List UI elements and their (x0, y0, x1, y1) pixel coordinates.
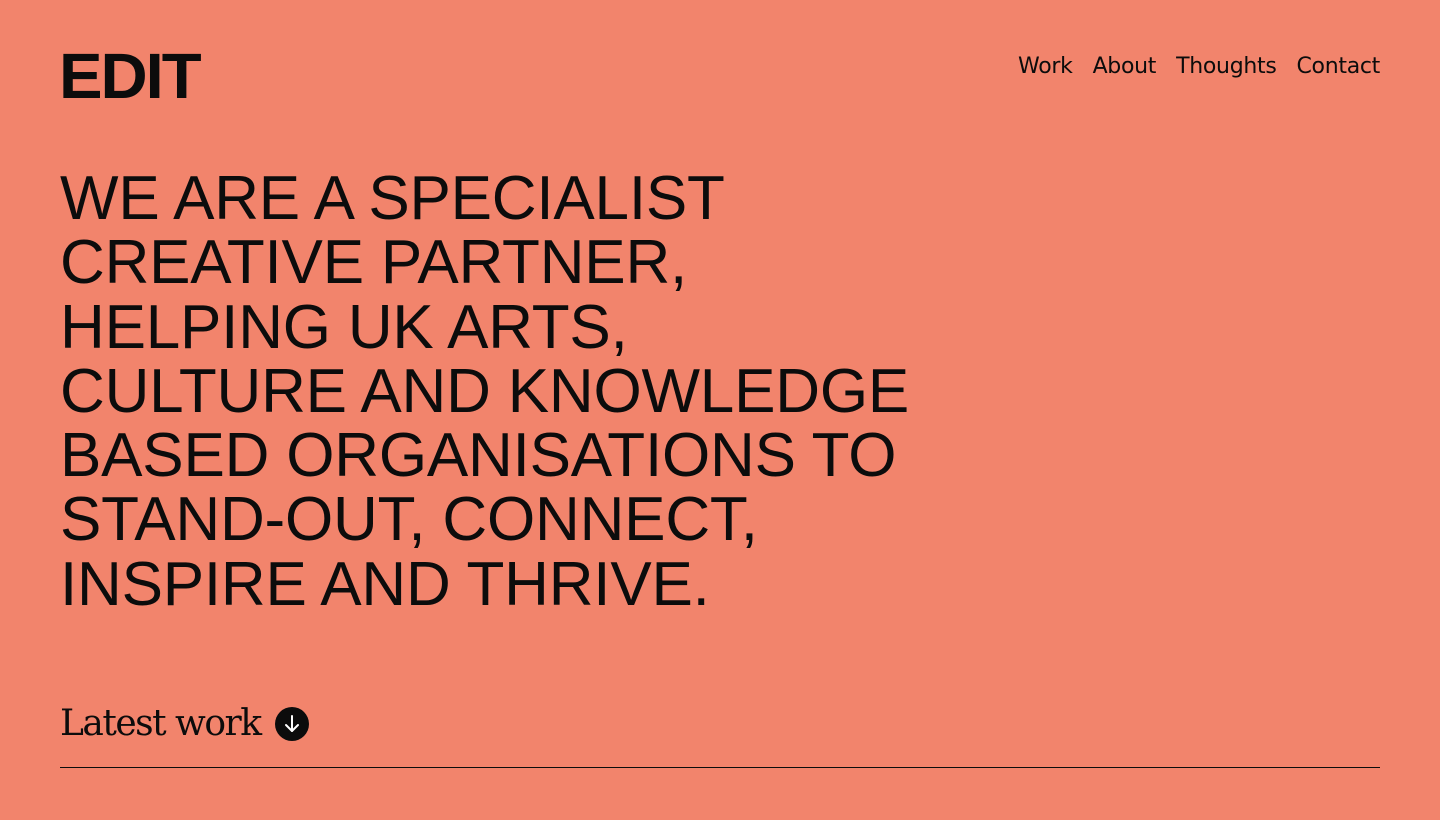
hero-line: STAND-OUT, CONNECT, (60, 485, 758, 555)
main-nav: Work About Thoughts Contact (1018, 52, 1380, 82)
logo[interactable]: EDIT (59, 44, 202, 108)
hero-line: INSPIRE AND THRIVE. (60, 549, 710, 619)
section-divider (60, 767, 1380, 768)
latest-work-label: Latest work (60, 703, 262, 744)
hero-line: CREATIVE PARTNER, (60, 228, 688, 298)
hero-line: WE ARE A SPECIALIST (60, 164, 725, 233)
arrow-down-icon[interactable] (274, 707, 309, 741)
nav-item-contact: Contact (1297, 52, 1381, 82)
nav-link-thoughts[interactable]: Thoughts (1176, 54, 1277, 79)
nav-link-work[interactable]: Work (1018, 54, 1073, 79)
nav-link-about[interactable]: About (1093, 54, 1157, 79)
hero-line: BASED ORGANISATIONS TO (60, 421, 897, 491)
nav-item-thoughts: Thoughts (1176, 52, 1277, 82)
latest-work-link[interactable]: Latest work (60, 700, 309, 748)
nav-item-about: About (1093, 52, 1157, 82)
nav-link-contact[interactable]: Contact (1297, 54, 1381, 79)
hero-headline: WE ARE A SPECIALIST CREATIVE PARTNER, HE… (60, 164, 960, 619)
hero-line: HELPING UK ARTS, (60, 292, 628, 362)
hero-line: CULTURE AND KNOWLEDGE (60, 356, 909, 426)
nav-item-work: Work (1018, 52, 1073, 82)
arrow-down-glyph (284, 715, 299, 732)
